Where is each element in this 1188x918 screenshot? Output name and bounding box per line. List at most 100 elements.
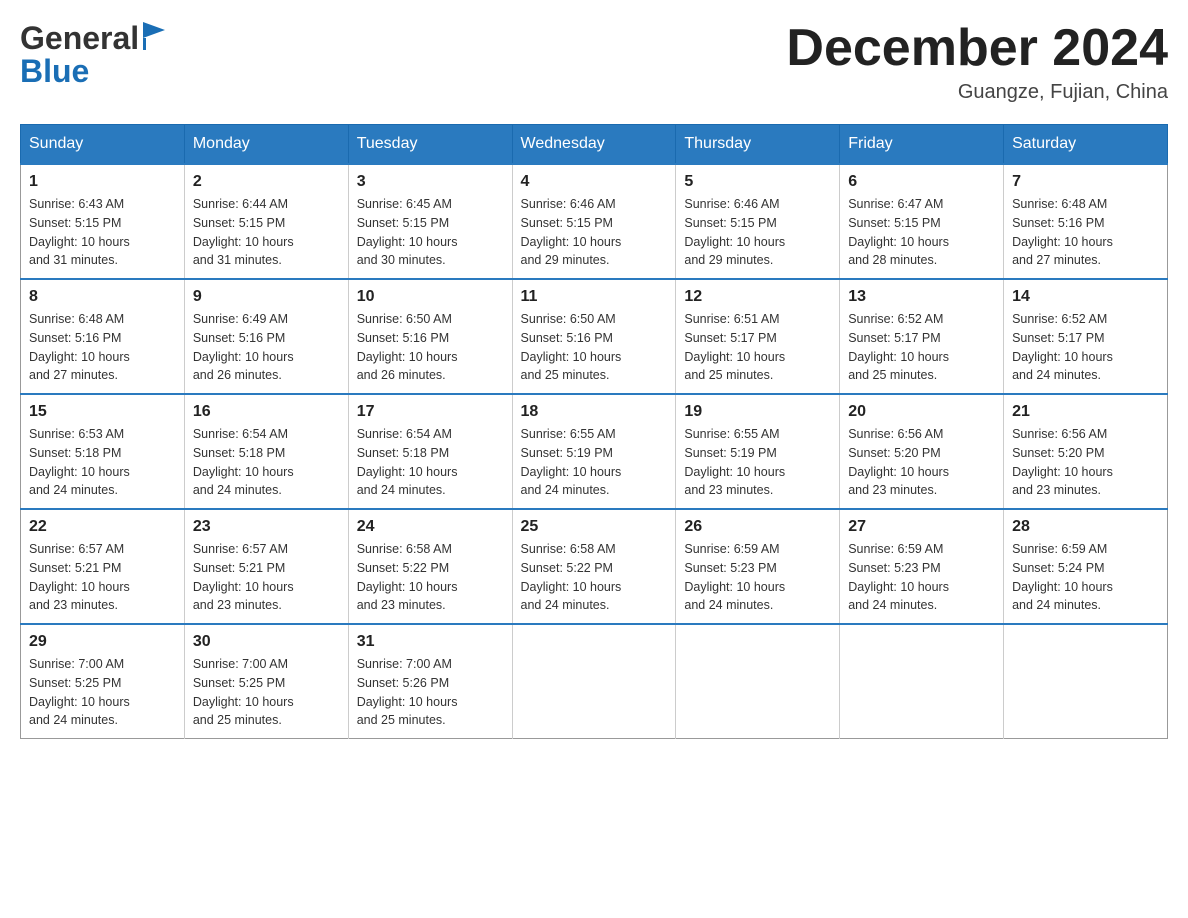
calendar-body: 1 Sunrise: 6:43 AM Sunset: 5:15 PM Dayli… — [21, 164, 1168, 739]
calendar-cell: 7 Sunrise: 6:48 AM Sunset: 5:16 PM Dayli… — [1004, 164, 1168, 279]
calendar-cell: 24 Sunrise: 6:58 AM Sunset: 5:22 PM Dayl… — [348, 509, 512, 624]
calendar-cell — [1004, 624, 1168, 739]
calendar-cell: 12 Sunrise: 6:51 AM Sunset: 5:17 PM Dayl… — [676, 279, 840, 394]
title-section: December 2024 Guangze, Fujian, China — [786, 20, 1168, 104]
logo-blue-text: Blue — [20, 53, 89, 89]
day-number: 1 — [29, 173, 176, 191]
calendar-cell: 14 Sunrise: 6:52 AM Sunset: 5:17 PM Dayl… — [1004, 279, 1168, 394]
day-info: Sunrise: 6:51 AM Sunset: 5:17 PM Dayligh… — [684, 310, 831, 385]
calendar-cell: 25 Sunrise: 6:58 AM Sunset: 5:22 PM Dayl… — [512, 509, 676, 624]
day-info: Sunrise: 6:48 AM Sunset: 5:16 PM Dayligh… — [1012, 195, 1159, 270]
day-number: 26 — [684, 518, 831, 536]
day-info: Sunrise: 6:57 AM Sunset: 5:21 PM Dayligh… — [29, 540, 176, 615]
calendar-cell: 9 Sunrise: 6:49 AM Sunset: 5:16 PM Dayli… — [184, 279, 348, 394]
day-number: 29 — [29, 633, 176, 651]
day-number: 15 — [29, 403, 176, 421]
calendar-cell — [676, 624, 840, 739]
col-wednesday: Wednesday — [512, 125, 676, 165]
day-number: 24 — [357, 518, 504, 536]
col-saturday: Saturday — [1004, 125, 1168, 165]
calendar-cell — [512, 624, 676, 739]
day-number: 14 — [1012, 288, 1159, 306]
day-info: Sunrise: 6:49 AM Sunset: 5:16 PM Dayligh… — [193, 310, 340, 385]
day-number: 2 — [193, 173, 340, 191]
calendar-week-5: 29 Sunrise: 7:00 AM Sunset: 5:25 PM Dayl… — [21, 624, 1168, 739]
day-info: Sunrise: 6:48 AM Sunset: 5:16 PM Dayligh… — [29, 310, 176, 385]
day-info: Sunrise: 6:56 AM Sunset: 5:20 PM Dayligh… — [1012, 425, 1159, 500]
day-info: Sunrise: 6:55 AM Sunset: 5:19 PM Dayligh… — [521, 425, 668, 500]
day-info: Sunrise: 6:46 AM Sunset: 5:15 PM Dayligh… — [684, 195, 831, 270]
day-number: 22 — [29, 518, 176, 536]
day-number: 9 — [193, 288, 340, 306]
day-info: Sunrise: 6:50 AM Sunset: 5:16 PM Dayligh… — [357, 310, 504, 385]
calendar-cell: 6 Sunrise: 6:47 AM Sunset: 5:15 PM Dayli… — [840, 164, 1004, 279]
day-number: 30 — [193, 633, 340, 651]
day-info: Sunrise: 6:46 AM Sunset: 5:15 PM Dayligh… — [521, 195, 668, 270]
calendar-cell: 13 Sunrise: 6:52 AM Sunset: 5:17 PM Dayl… — [840, 279, 1004, 394]
day-info: Sunrise: 7:00 AM Sunset: 5:25 PM Dayligh… — [29, 655, 176, 730]
calendar-cell: 22 Sunrise: 6:57 AM Sunset: 5:21 PM Dayl… — [21, 509, 185, 624]
day-info: Sunrise: 6:57 AM Sunset: 5:21 PM Dayligh… — [193, 540, 340, 615]
logo-general-text: General — [20, 20, 139, 57]
day-info: Sunrise: 6:55 AM Sunset: 5:19 PM Dayligh… — [684, 425, 831, 500]
day-number: 16 — [193, 403, 340, 421]
day-info: Sunrise: 6:43 AM Sunset: 5:15 PM Dayligh… — [29, 195, 176, 270]
calendar-week-4: 22 Sunrise: 6:57 AM Sunset: 5:21 PM Dayl… — [21, 509, 1168, 624]
day-number: 12 — [684, 288, 831, 306]
day-info: Sunrise: 6:59 AM Sunset: 5:23 PM Dayligh… — [848, 540, 995, 615]
day-info: Sunrise: 6:58 AM Sunset: 5:22 PM Dayligh… — [521, 540, 668, 615]
calendar-cell: 3 Sunrise: 6:45 AM Sunset: 5:15 PM Dayli… — [348, 164, 512, 279]
day-number: 3 — [357, 173, 504, 191]
day-number: 7 — [1012, 173, 1159, 191]
day-number: 19 — [684, 403, 831, 421]
day-info: Sunrise: 6:45 AM Sunset: 5:15 PM Dayligh… — [357, 195, 504, 270]
calendar-cell — [840, 624, 1004, 739]
calendar-cell: 15 Sunrise: 6:53 AM Sunset: 5:18 PM Dayl… — [21, 394, 185, 509]
calendar-cell: 18 Sunrise: 6:55 AM Sunset: 5:19 PM Dayl… — [512, 394, 676, 509]
day-number: 31 — [357, 633, 504, 651]
calendar-week-3: 15 Sunrise: 6:53 AM Sunset: 5:18 PM Dayl… — [21, 394, 1168, 509]
day-number: 25 — [521, 518, 668, 536]
day-number: 23 — [193, 518, 340, 536]
day-info: Sunrise: 6:44 AM Sunset: 5:15 PM Dayligh… — [193, 195, 340, 270]
day-number: 8 — [29, 288, 176, 306]
month-title: December 2024 — [786, 20, 1168, 77]
col-tuesday: Tuesday — [348, 125, 512, 165]
day-number: 21 — [1012, 403, 1159, 421]
col-sunday: Sunday — [21, 125, 185, 165]
calendar-cell: 5 Sunrise: 6:46 AM Sunset: 5:15 PM Dayli… — [676, 164, 840, 279]
calendar-cell: 19 Sunrise: 6:55 AM Sunset: 5:19 PM Dayl… — [676, 394, 840, 509]
calendar-cell: 23 Sunrise: 6:57 AM Sunset: 5:21 PM Dayl… — [184, 509, 348, 624]
calendar-cell: 17 Sunrise: 6:54 AM Sunset: 5:18 PM Dayl… — [348, 394, 512, 509]
day-info: Sunrise: 6:59 AM Sunset: 5:24 PM Dayligh… — [1012, 540, 1159, 615]
logo-flag-icon — [143, 22, 165, 55]
day-info: Sunrise: 6:50 AM Sunset: 5:16 PM Dayligh… — [521, 310, 668, 385]
location-text: Guangze, Fujian, China — [786, 81, 1168, 104]
day-number: 5 — [684, 173, 831, 191]
day-number: 17 — [357, 403, 504, 421]
calendar-cell: 10 Sunrise: 6:50 AM Sunset: 5:16 PM Dayl… — [348, 279, 512, 394]
col-thursday: Thursday — [676, 125, 840, 165]
calendar-cell: 21 Sunrise: 6:56 AM Sunset: 5:20 PM Dayl… — [1004, 394, 1168, 509]
calendar-cell: 29 Sunrise: 7:00 AM Sunset: 5:25 PM Dayl… — [21, 624, 185, 739]
calendar-cell: 30 Sunrise: 7:00 AM Sunset: 5:25 PM Dayl… — [184, 624, 348, 739]
day-info: Sunrise: 6:59 AM Sunset: 5:23 PM Dayligh… — [684, 540, 831, 615]
day-info: Sunrise: 6:52 AM Sunset: 5:17 PM Dayligh… — [848, 310, 995, 385]
day-number: 20 — [848, 403, 995, 421]
day-info: Sunrise: 7:00 AM Sunset: 5:25 PM Dayligh… — [193, 655, 340, 730]
day-info: Sunrise: 6:58 AM Sunset: 5:22 PM Dayligh… — [357, 540, 504, 615]
day-number: 28 — [1012, 518, 1159, 536]
day-number: 18 — [521, 403, 668, 421]
calendar-cell: 28 Sunrise: 6:59 AM Sunset: 5:24 PM Dayl… — [1004, 509, 1168, 624]
day-info: Sunrise: 7:00 AM Sunset: 5:26 PM Dayligh… — [357, 655, 504, 730]
calendar-cell: 11 Sunrise: 6:50 AM Sunset: 5:16 PM Dayl… — [512, 279, 676, 394]
calendar-cell: 26 Sunrise: 6:59 AM Sunset: 5:23 PM Dayl… — [676, 509, 840, 624]
day-number: 10 — [357, 288, 504, 306]
calendar-week-1: 1 Sunrise: 6:43 AM Sunset: 5:15 PM Dayli… — [21, 164, 1168, 279]
day-number: 11 — [521, 288, 668, 306]
header-row: Sunday Monday Tuesday Wednesday Thursday… — [21, 125, 1168, 165]
calendar-header: Sunday Monday Tuesday Wednesday Thursday… — [21, 125, 1168, 165]
calendar-cell: 27 Sunrise: 6:59 AM Sunset: 5:23 PM Dayl… — [840, 509, 1004, 624]
day-number: 6 — [848, 173, 995, 191]
calendar-cell: 2 Sunrise: 6:44 AM Sunset: 5:15 PM Dayli… — [184, 164, 348, 279]
